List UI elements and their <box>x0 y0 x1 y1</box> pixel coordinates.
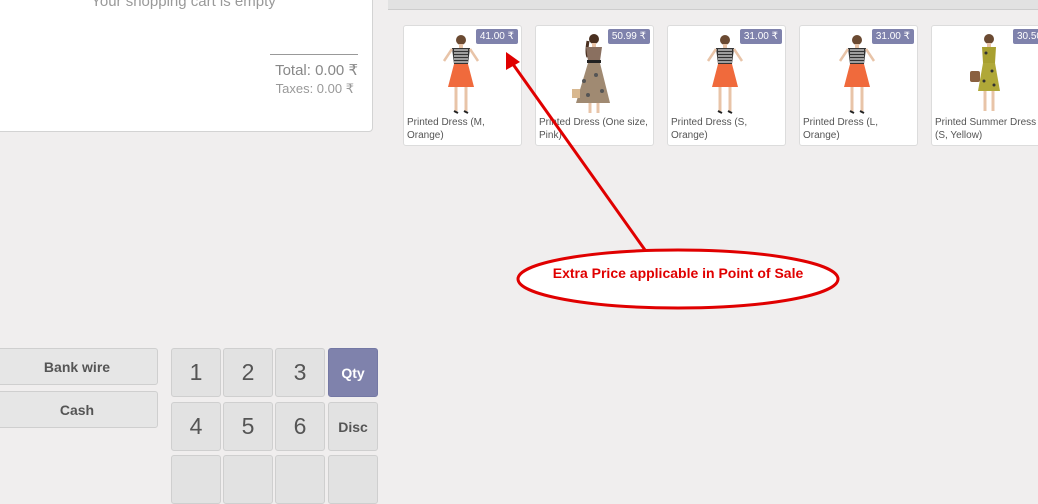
numpad-key-6[interactable]: 6 <box>275 402 325 451</box>
price-tag: 31.00 ₹ <box>871 29 914 44</box>
product-name: Printed Dress (L, Orange) <box>803 117 879 141</box>
numpad-key-4[interactable]: 4 <box>171 402 221 451</box>
order-total: Total: 0.00 ₹ <box>275 62 358 79</box>
empty-cart-message: Your shopping cart is empty <box>91 0 276 10</box>
payment-method-bank-wire[interactable]: Bank wire <box>0 348 158 385</box>
left-pane: Your shopping cart is empty Total: 0.00 … <box>0 0 388 504</box>
category-bar <box>388 0 1038 10</box>
dress-yellow-summer-image <box>970 34 1000 111</box>
product-name: Printed Summer Dress (S, Yellow) <box>935 117 1037 141</box>
order-taxes: Taxes: 0.00 ₹ <box>275 81 354 96</box>
numpad-key-1[interactable]: 1 <box>171 348 221 397</box>
numpad-key-7-partial[interactable] <box>171 455 221 504</box>
total-divider <box>270 54 358 55</box>
product-screen: 41.00 ₹ Printed Dress (M, Orange) 50.99 … <box>388 0 1038 458</box>
numpad-key-8-partial[interactable] <box>223 455 273 504</box>
product-card[interactable]: 50.99 ₹ Printed Dress (One size, Pink) <box>535 25 654 146</box>
product-name: Printed Dress (One size, Pink) <box>539 117 648 141</box>
product-name: Printed Dress (M, Orange) <box>407 117 485 141</box>
price-tag: 50.99 ₹ <box>607 29 650 44</box>
numpad-mode-qty[interactable]: Qty <box>328 348 378 397</box>
product-card[interactable]: 31.00 ₹ Printed Dress (S, Orange) <box>667 25 786 146</box>
product-card[interactable]: 31.00 ₹ Printed Dress (L, Orange) <box>799 25 918 146</box>
price-tag: 41.00 ₹ <box>475 29 518 44</box>
annotation-label: Extra Price applicable in Point of Sale <box>552 265 804 281</box>
product-card[interactable]: 30.50 Printed Summer Dress (S, Yellow) <box>931 25 1038 146</box>
numpad-key-2[interactable]: 2 <box>223 348 273 397</box>
order-summary: Your shopping cart is empty Total: 0.00 … <box>0 0 373 132</box>
payment-method-cash[interactable]: Cash <box>0 391 158 428</box>
numpad-key-9-partial[interactable] <box>275 455 325 504</box>
numpad-key-5[interactable]: 5 <box>223 402 273 451</box>
price-tag: 30.50 <box>1012 29 1038 44</box>
price-tag: 31.00 ₹ <box>739 29 782 44</box>
numpad-mode-disc[interactable]: Disc <box>328 402 378 451</box>
product-card[interactable]: 41.00 ₹ Printed Dress (M, Orange) <box>403 25 522 146</box>
numpad-key-3[interactable]: 3 <box>275 348 325 397</box>
product-name: Printed Dress (S, Orange) <box>671 117 748 141</box>
numpad-mode-price-partial[interactable] <box>328 455 378 504</box>
